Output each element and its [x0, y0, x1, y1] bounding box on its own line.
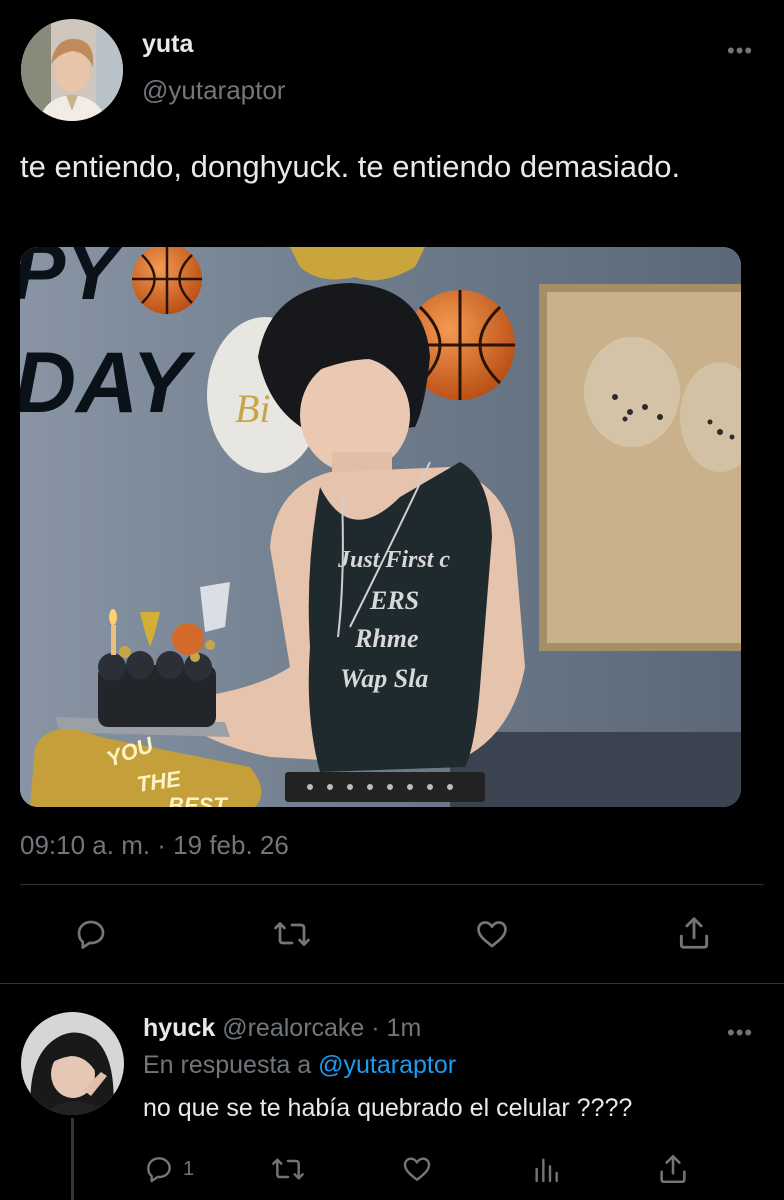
shirt-line-4: Wap Sla [340, 664, 428, 693]
divider [0, 983, 784, 984]
cake-sign-3: BEST [168, 793, 228, 807]
author-name[interactable]: yuta [142, 30, 193, 59]
thread-line [71, 1118, 74, 1200]
share-button[interactable] [675, 914, 713, 952]
retweet-button[interactable] [272, 916, 312, 952]
heart-icon [477, 921, 507, 948]
shirt-line-1: Just First c [337, 547, 450, 573]
reply-author-name[interactable]: hyuck [143, 1014, 215, 1042]
tweet-timestamp[interactable]: 09:10 a. m. · 19 feb. 26 [20, 830, 289, 861]
reply-header: hyuck @realorcake · 1m [143, 1014, 421, 1043]
retweet-icon [272, 1158, 304, 1180]
shirt-line-2: ERS [369, 586, 419, 615]
heart-icon [403, 1157, 431, 1181]
reply-reply-button[interactable]: 1 [143, 1153, 194, 1185]
tweet-text: te entiendo, donghyuck. te entiendo dema… [20, 149, 681, 184]
author-avatar[interactable] [21, 19, 123, 121]
author-handle[interactable]: @yutaraptor [142, 75, 285, 106]
reply-retweet-button[interactable] [270, 1153, 306, 1185]
like-button[interactable] [473, 916, 511, 952]
reply-icon [77, 920, 105, 949]
reply-to-prefix: En respuesta a [143, 1051, 312, 1079]
reply-text: no que se te había quebrado el celular ?… [143, 1094, 633, 1122]
reply-share-button[interactable] [656, 1152, 690, 1186]
reply-more-icon[interactable]: ••• [727, 1022, 753, 1044]
banner-bottom-text: DAY [20, 335, 196, 431]
share-icon [679, 917, 709, 949]
reply-to-mention[interactable]: @yutaraptor [318, 1051, 456, 1079]
share-icon [660, 1154, 686, 1184]
views-icon [535, 1158, 558, 1183]
tweet-photo[interactable]: PY DAY Bi Just First c ERS Rhme Wap Sla … [20, 247, 741, 807]
reply-button[interactable] [73, 916, 109, 952]
divider [20, 884, 764, 885]
banner-top-text: PY [20, 247, 125, 316]
reply-author-avatar[interactable] [21, 1012, 124, 1115]
reply-author-handle[interactable]: @realorcake · 1m [222, 1014, 421, 1042]
reply-count: 1 [183, 1157, 195, 1180]
shirt-line-3: Rhme [354, 624, 419, 653]
reply-to-line: En respuesta a @yutaraptor [143, 1051, 456, 1080]
reply-like-button[interactable] [400, 1153, 434, 1185]
reply-views-button[interactable] [530, 1153, 562, 1185]
balloon-text: Bi [235, 386, 271, 431]
more-icon[interactable]: ••• [727, 40, 753, 62]
retweet-icon [274, 922, 310, 946]
reply-icon [147, 1157, 171, 1183]
